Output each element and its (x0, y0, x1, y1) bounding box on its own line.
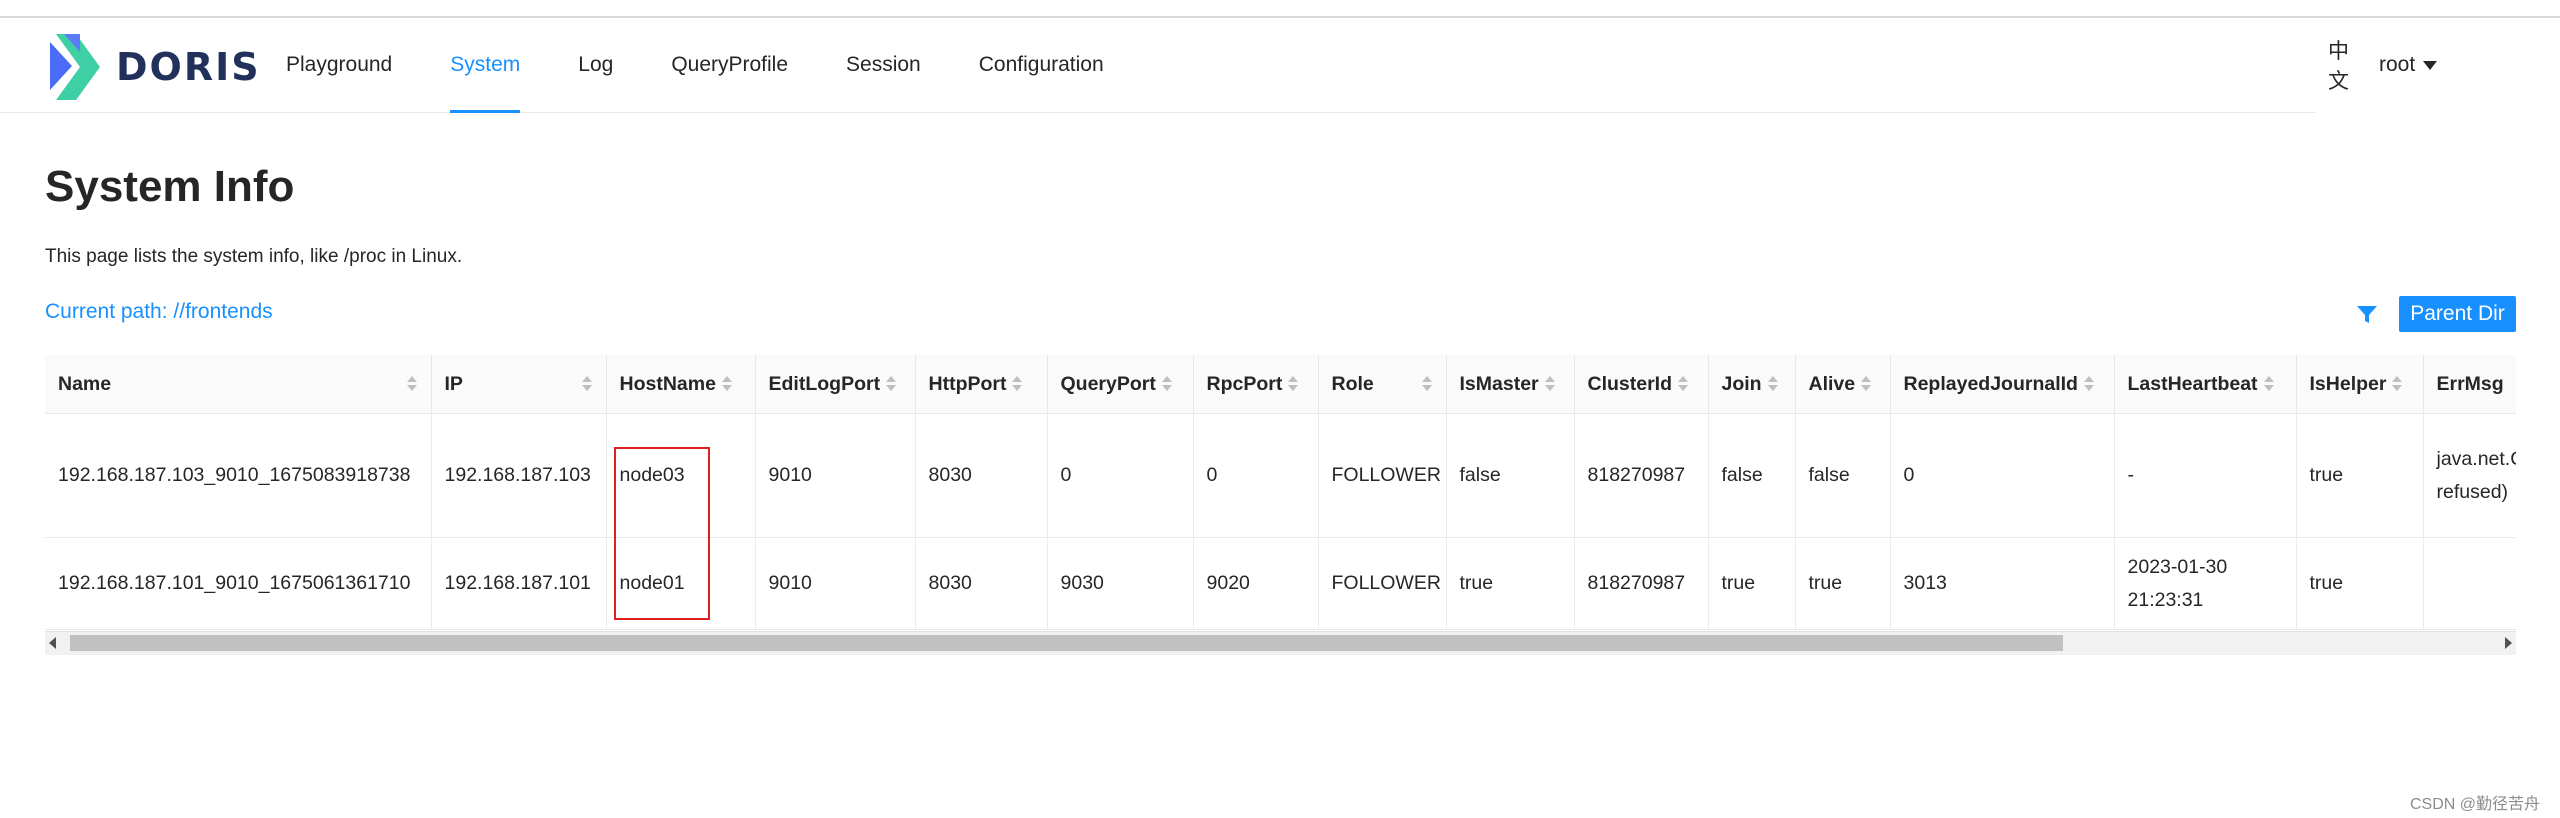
column-header-alive[interactable]: Alive (1795, 355, 1891, 414)
column-header-hostname[interactable]: HostName (606, 355, 756, 414)
cell-hostname: node01 (606, 537, 756, 630)
scrollbar-thumb[interactable] (70, 635, 2063, 651)
watermark: CSDN @勤径苦舟 (2410, 796, 2541, 813)
table-row: 192.168.187.101_9010_1675061361710 192.1… (45, 537, 2516, 630)
column-header-lastheartbeat[interactable]: LastHeartbeat (2114, 355, 2297, 414)
caret-down-icon (2423, 60, 2438, 70)
cell-httpport: 8030 (915, 413, 1048, 538)
system-info-table: Name IP HostName EditLogPort HttpPort Qu… (45, 355, 2516, 655)
cell-lastheartbeat: - (2114, 413, 2297, 538)
sort-icon (721, 375, 732, 393)
cell-queryport: 9030 (1047, 537, 1194, 630)
main-nav: Playground System Log QueryProfile Sessi… (286, 18, 1162, 113)
cell-join: false (1708, 413, 1796, 538)
nav-session[interactable]: Session (846, 18, 921, 112)
sort-icon (1421, 375, 1432, 393)
cell-name: 192.168.187.103_9010_1675083918738 (45, 413, 432, 538)
cell-errmsg (2423, 537, 2516, 630)
cell-ishelper: true (2296, 537, 2424, 630)
sort-icon (1767, 375, 1778, 393)
cell-queryport: 0 (1047, 413, 1194, 538)
cell-replayedjournalid: 0 (1890, 413, 2115, 538)
nav-system[interactable]: System (450, 18, 521, 113)
header-right: 中文 root (2328, 18, 2438, 112)
column-header-queryport[interactable]: QueryPort (1047, 355, 1194, 414)
cell-join: true (1708, 537, 1796, 630)
scroll-right-icon[interactable] (2505, 637, 2512, 649)
user-name: root (2379, 53, 2416, 76)
cell-httpport: 8030 (915, 537, 1048, 630)
column-header-clusterid[interactable]: ClusterId (1574, 355, 1709, 414)
column-header-name[interactable]: Name (45, 355, 432, 414)
sort-icon (581, 375, 592, 393)
language-switch[interactable]: 中文 (2328, 35, 2349, 95)
table-row: 192.168.187.103_9010_1675083918738 192.1… (45, 413, 2516, 538)
current-path-link[interactable]: Current path: //frontends (45, 300, 273, 324)
sort-icon (1678, 375, 1689, 393)
cell-clusterid: 818270987 (1574, 537, 1709, 630)
column-header-rpcport[interactable]: RpcPort (1193, 355, 1319, 414)
page-title: System Info (45, 162, 295, 211)
cell-rpcport: 0 (1193, 413, 1319, 538)
cell-ismaster: false (1446, 413, 1575, 538)
sort-icon (1161, 375, 1172, 393)
cell-clusterid: 818270987 (1574, 413, 1709, 538)
cell-ishelper: true (2296, 413, 2424, 538)
cell-alive: false (1795, 413, 1891, 538)
cell-role: FOLLOWER (1318, 413, 1447, 538)
cell-ip: 192.168.187.101 (431, 537, 607, 630)
cell-lastheartbeat: 2023-01-30 21:23:31 (2114, 537, 2297, 630)
cell-rpcport: 9020 (1193, 537, 1319, 630)
column-header-ip[interactable]: IP (431, 355, 607, 414)
column-header-ishelper[interactable]: IsHelper (2296, 355, 2424, 414)
cell-alive: true (1795, 537, 1891, 630)
column-header-ismaster[interactable]: IsMaster (1446, 355, 1575, 414)
cell-hostname: node03 (606, 413, 756, 538)
sort-icon (2263, 375, 2274, 393)
cell-editlogport: 9010 (755, 413, 916, 538)
filter-icon[interactable] (2356, 303, 2378, 325)
cell-ip: 192.168.187.103 (431, 413, 607, 538)
sort-icon (406, 375, 417, 393)
sort-icon (2083, 375, 2094, 393)
sort-icon (2392, 375, 2403, 393)
column-header-replayedjournalid[interactable]: ReplayedJournalId (1890, 355, 2115, 414)
parent-dir-button[interactable]: Parent Dir (2399, 296, 2516, 332)
cell-errmsg: java.net.C 拒绝连接 refused) (2423, 413, 2516, 538)
page-description: This page lists the system info, like /p… (45, 246, 463, 267)
sort-icon (1288, 375, 1299, 393)
column-header-role[interactable]: Role (1318, 355, 1447, 414)
column-header-editlogport[interactable]: EditLogPort (755, 355, 916, 414)
table-header-row: Name IP HostName EditLogPort HttpPort Qu… (45, 355, 2516, 414)
sort-icon (1544, 375, 1555, 393)
nav-configuration[interactable]: Configuration (979, 18, 1104, 112)
top-navbar: DORIS Playground System Log QueryProfile… (0, 18, 2438, 113)
logo-text: DORIS (116, 45, 261, 89)
horizontal-scrollbar[interactable] (45, 631, 2516, 655)
cell-name: 192.168.187.101_9010_1675061361710 (45, 537, 432, 630)
nav-log[interactable]: Log (578, 18, 613, 112)
doris-logo-icon (50, 34, 100, 100)
doris-logo[interactable]: DORIS (50, 32, 261, 102)
column-header-errmsg[interactable]: ErrMsg (2423, 355, 2516, 414)
user-menu[interactable]: root (2379, 53, 2438, 77)
sort-icon (1012, 375, 1023, 393)
nav-queryprofile[interactable]: QueryProfile (671, 18, 788, 112)
column-header-httpport[interactable]: HttpPort (915, 355, 1048, 414)
cell-editlogport: 9010 (755, 537, 916, 630)
sort-icon (1861, 375, 1872, 393)
scroll-left-icon[interactable] (49, 637, 56, 649)
cell-role: FOLLOWER (1318, 537, 1447, 630)
cell-replayedjournalid: 3013 (1890, 537, 2115, 630)
sort-icon (886, 375, 897, 393)
column-header-join[interactable]: Join (1708, 355, 1796, 414)
cell-ismaster: true (1446, 537, 1575, 630)
nav-playground[interactable]: Playground (286, 18, 392, 112)
